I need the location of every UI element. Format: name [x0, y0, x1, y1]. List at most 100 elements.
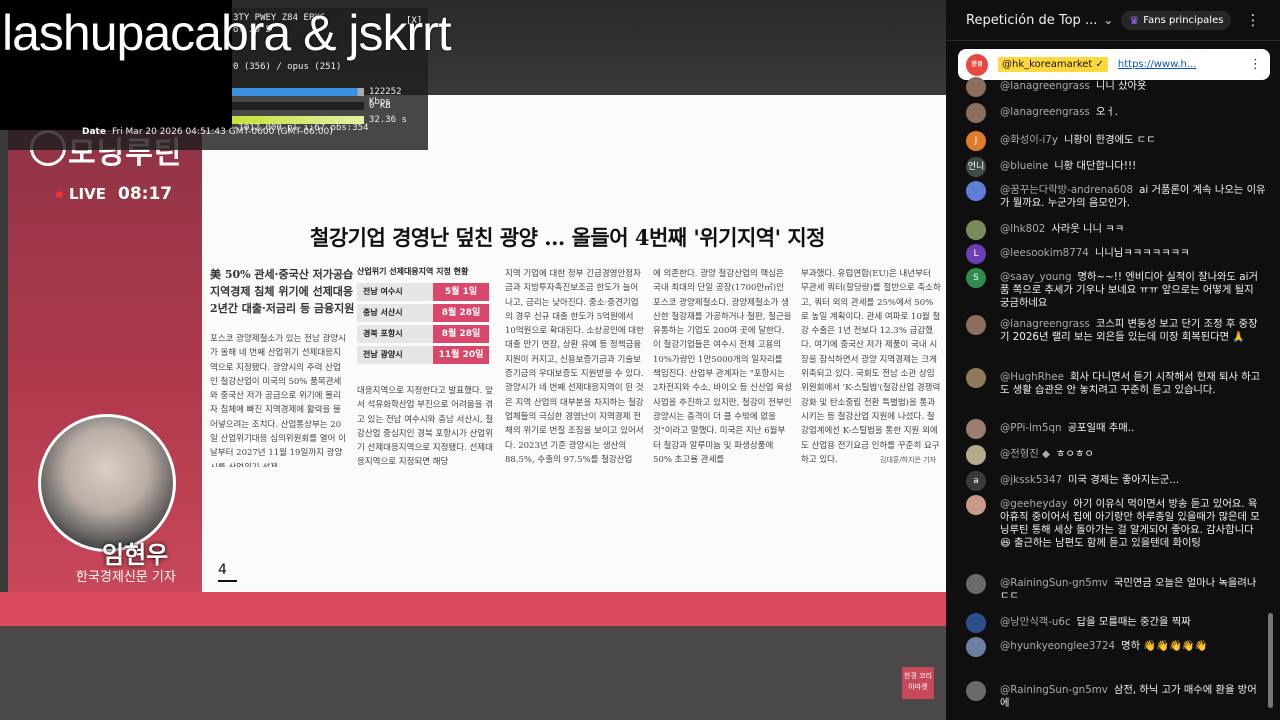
author-avatar[interactable]: a	[966, 471, 986, 491]
message-text: 니황이 한경에도 ㄷㄷ	[1063, 134, 1156, 146]
crown-icon: ♛	[1129, 13, 1140, 27]
chat-message[interactable]: a @jkssk5347 미국 경제는 좋아지는군...	[946, 471, 1280, 491]
message-body: @geeheyday 아기 이유식 먹이면서 방송 듣고 있어요. 육아휴직 중이…	[1000, 498, 1266, 550]
chat-message[interactable]: S @saay_young 명하~~!! 엔비디아 실적이 잘나와도 ai거품 쪽으…	[946, 268, 1280, 310]
author-avatar[interactable]: 언니	[966, 157, 986, 177]
author-avatar[interactable]	[966, 220, 986, 240]
author-avatar[interactable]	[966, 495, 986, 515]
article-column-3: 지역 기업에 대한 정부 긴급경영안정자금과 지방투자촉진보조금 한도가 늘어나…	[505, 269, 644, 465]
more-options-icon[interactable]: ⋮	[1245, 11, 1260, 29]
message-author[interactable]: @PPi-lm5qn	[1000, 422, 1062, 434]
show-bottom-strip	[0, 592, 946, 626]
author-avatar[interactable]	[966, 574, 986, 594]
message-author[interactable]: @saay_young	[1000, 271, 1072, 283]
chat-message[interactable]: @RainingSun-gn5mv 국민연금 오늘은 얼마나 녹을려나 ㄷㄷ	[946, 574, 1280, 603]
author-avatar[interactable]	[966, 77, 986, 97]
article-column-1: 포스코 광양제철소가 있는 전남 광양시가 올해 네 번째 산업위기 선제대응지…	[210, 334, 346, 467]
message-body: @전형진 ◆ ㅎㅇㅎㅇ	[1000, 448, 1094, 465]
message-author[interactable]: @lanagreengrass	[1000, 318, 1090, 330]
chat-message[interactable]: @전형진 ◆ ㅎㅇㅎㅇ	[946, 445, 1280, 465]
message-author[interactable]: @꿈꾸는다락방-andrena608	[1000, 184, 1133, 196]
pinned-message[interactable]: 한경 @hk_koreamarket ✓ https://www.h... ⋮	[958, 49, 1270, 80]
message-author[interactable]: @전형진 ◆	[1000, 448, 1050, 460]
author-avatar[interactable]	[966, 445, 986, 465]
live-time: 08:17	[118, 184, 173, 204]
chat-message[interactable]: @PPi-lm5qn 공포일때 추매..	[946, 419, 1280, 439]
pinned-author[interactable]: @hk_koreamarket ✓	[998, 57, 1108, 72]
message-author[interactable]: @hyunkyeonglee3724	[1000, 640, 1115, 652]
chat-message[interactable]: 언니 @blueine 니황 대단합니다!!!	[946, 157, 1280, 177]
region-date: 11월 20일	[433, 346, 489, 364]
message-body: @saay_young 명하~~!! 엔비디아 실적이 잘나와도 ai거품 쪽으로…	[1000, 271, 1266, 310]
author-avatar[interactable]	[966, 103, 986, 123]
message-author[interactable]: @leesookim8774	[1000, 247, 1089, 259]
message-author[interactable]: @jkssk5347	[1000, 474, 1062, 486]
article-subheadline: 美 50% 관세·중국산 저가공습 지역경제 침체 위기에 선제대응 2년간 대…	[210, 268, 355, 315]
message-body: @화성이-i7y 니황이 한경에도 ㄷㄷ	[1000, 134, 1156, 151]
hk-logo: 한경 코리아마켓	[902, 667, 934, 699]
live-indicator: LIVE 08:17	[56, 184, 172, 204]
message-body: @RainingSun-gn5mv 삼전, 하닉 고가 매수에 환율 방어에	[1000, 684, 1266, 710]
message-body: @lhk802 사라웃 니니 ㅋㅋ	[1000, 223, 1124, 240]
chat-message[interactable]: L @leesookim8774 니니님ㅋㅋㅋㅋㅋㅋㅋ	[946, 244, 1280, 264]
author-avatar[interactable]: S	[966, 268, 986, 288]
message-author[interactable]: @낭만식객-u6c	[1000, 616, 1071, 628]
message-author[interactable]: @lanagreengrass	[1000, 80, 1090, 92]
chat-mode-dropdown[interactable]: Repetición de Top ...	[966, 13, 1097, 28]
message-author[interactable]: @RainingSun-gn5mv	[1000, 577, 1108, 589]
video-player[interactable]: 철강기업 경영난 덮친 광양 … 올들어 4번째 '위기지역' 지정 美 50%…	[0, 0, 946, 720]
author-avatar[interactable]	[966, 419, 986, 439]
chat-message[interactable]: @HughRhee 회사 다니면서 듣기 시작해서 현재 퇴사 하고도 생활 습관…	[946, 368, 1280, 397]
pinned-link[interactable]: https://www.h...	[1118, 59, 1197, 70]
message-author[interactable]: @geeheyday	[1000, 498, 1067, 510]
author-avatar[interactable]	[966, 681, 986, 701]
chat-message[interactable]: @낭만식객-u6c 답을 모를때는 중간을 찍짜	[946, 613, 1280, 633]
author-avatar[interactable]	[966, 315, 986, 335]
top-fans-chip[interactable]: ♛ Fans principales	[1121, 10, 1232, 30]
article-byline: 김대훈/하지은 기자	[880, 456, 937, 464]
chevron-down-icon[interactable]: ⌄	[1103, 13, 1113, 27]
message-author[interactable]: @blueine	[1000, 160, 1048, 172]
message-body: @꿈꾸는다락방-andrena608 ai 거품론이 계속 나오는 이유가 뭘까요…	[1000, 184, 1266, 210]
message-author[interactable]: @HughRhee	[1000, 371, 1064, 383]
chat-message[interactable]: @꿈꾸는다락방-andrena608 ai 거품론이 계속 나오는 이유가 뭘까요…	[946, 181, 1280, 210]
author-avatar[interactable]	[966, 637, 986, 657]
region-name: 전남 여수시	[357, 283, 433, 301]
chat-scrollbar[interactable]	[1268, 613, 1273, 708]
author-avatar[interactable]: J	[966, 131, 986, 151]
message-author[interactable]: @화성이-i7y	[1000, 134, 1058, 146]
message-body: @lanagreengrass 니니 샀아욧	[1000, 80, 1147, 97]
author-avatar[interactable]: L	[966, 244, 986, 264]
message-text: 오ㅓ.	[1095, 106, 1119, 118]
message-body: @lanagreengrass 코스피 변동성 보고 단기 조정 후 중장기 20…	[1000, 318, 1266, 344]
stats-audio: 0 (356) / opus (251)	[233, 62, 342, 72]
chat-message[interactable]: @lhk802 사라웃 니니 ㅋㅋ	[946, 220, 1280, 240]
message-author[interactable]: @lhk802	[1000, 223, 1045, 235]
author-avatar[interactable]	[966, 181, 986, 201]
message-text: 니황 대단합니다!!!	[1054, 160, 1137, 172]
chat-message[interactable]: J @화성이-i7y 니황이 한경에도 ㄷㄷ	[946, 131, 1280, 151]
stats-duration: 32.36 s	[369, 115, 407, 125]
presenter-name: 임현우	[102, 541, 169, 569]
overlay-title: lashupacabra & jskrrt	[2, 5, 452, 61]
message-author[interactable]: @lanagreengrass	[1000, 106, 1090, 118]
region-row: 경북 포항시 8월 28일	[357, 325, 499, 343]
message-body: @jkssk5347 미국 경제는 좋아지는군...	[1000, 474, 1179, 491]
chat-message[interactable]: @RainingSun-gn5mv 삼전, 하닉 고가 매수에 환율 방어에	[946, 681, 1280, 710]
message-text: 니니님ㅋㅋㅋㅋㅋㅋㅋ	[1094, 247, 1190, 259]
chat-message[interactable]: @hyunkyeonglee3724 명하 👋👋👋👋👋	[946, 637, 1280, 657]
chat-message[interactable]: @lanagreengrass 코스피 변동성 보고 단기 조정 후 중장기 20…	[946, 315, 1280, 344]
region-row: 충남 서산시 8월 28일	[357, 304, 499, 322]
chat-message[interactable]: @lanagreengrass 니니 샀아욧	[946, 77, 1280, 97]
chat-message[interactable]: @geeheyday 아기 이유식 먹이면서 방송 듣고 있어요. 육아휴직 중이…	[946, 495, 1280, 550]
region-date: 8월 28일	[433, 304, 489, 322]
chat-message[interactable]: @lanagreengrass 오ㅓ.	[946, 103, 1280, 123]
stats-date-value: Fri Mar 20 2026 04:51:43 GMT-0600 (GMT-0…	[111, 127, 333, 137]
pinned-menu-icon[interactable]: ⋮	[1249, 57, 1262, 72]
message-text: ㅎㅇㅎㅇ	[1055, 448, 1094, 460]
author-avatar[interactable]	[966, 368, 986, 388]
video-lower-area	[0, 626, 946, 720]
message-body: @lanagreengrass 오ㅓ.	[1000, 106, 1118, 123]
message-author[interactable]: @RainingSun-gn5mv	[1000, 684, 1108, 696]
author-avatar[interactable]	[966, 613, 986, 633]
